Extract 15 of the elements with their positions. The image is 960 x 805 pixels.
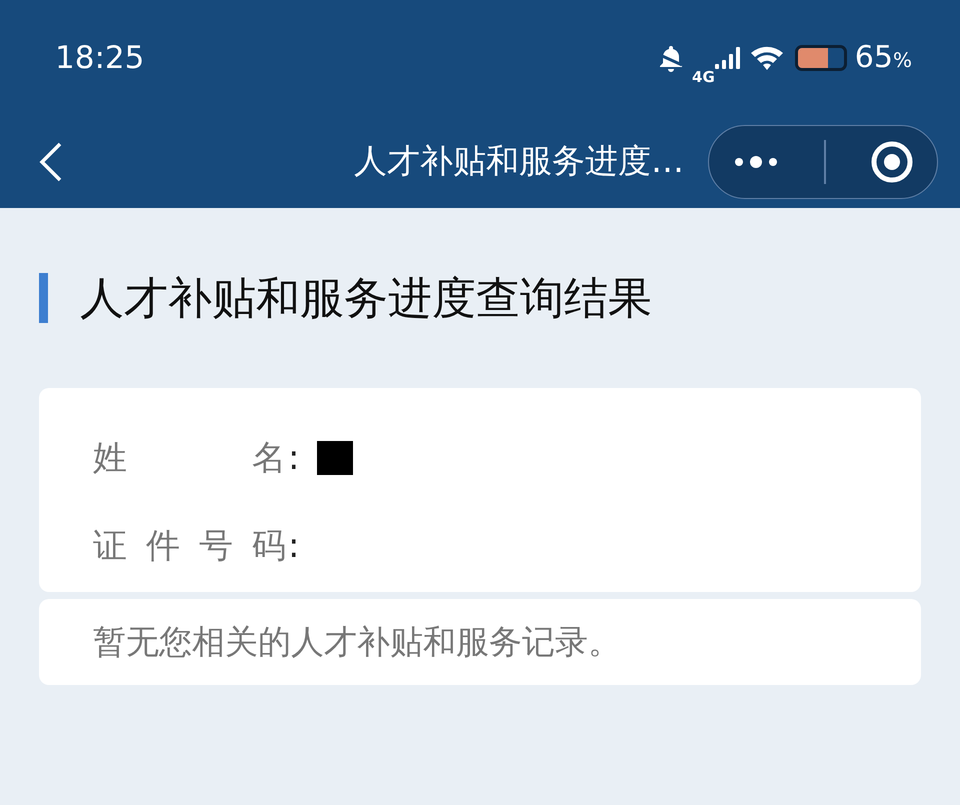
close-target-icon[interactable]	[869, 138, 916, 184]
status-time: 18:25	[55, 40, 144, 76]
page-title: 人才补贴和服务进度查询结果	[80, 272, 652, 326]
notice-text: 暂无您相关的人才补贴和服务记录。	[93, 620, 621, 662]
nav-title: 人才补贴和服务进度…	[353, 140, 685, 182]
signal-icon	[714, 46, 741, 70]
accent-bar	[39, 273, 48, 323]
network-type: 4G	[692, 68, 715, 86]
field-label: 证件号码	[93, 525, 286, 568]
colon: :	[288, 438, 300, 478]
battery-icon	[794, 44, 847, 70]
battery-percent: 65%	[854, 40, 912, 75]
colon: :	[288, 526, 300, 566]
field-label: 姓名	[93, 437, 286, 480]
back-icon[interactable]	[38, 142, 64, 182]
